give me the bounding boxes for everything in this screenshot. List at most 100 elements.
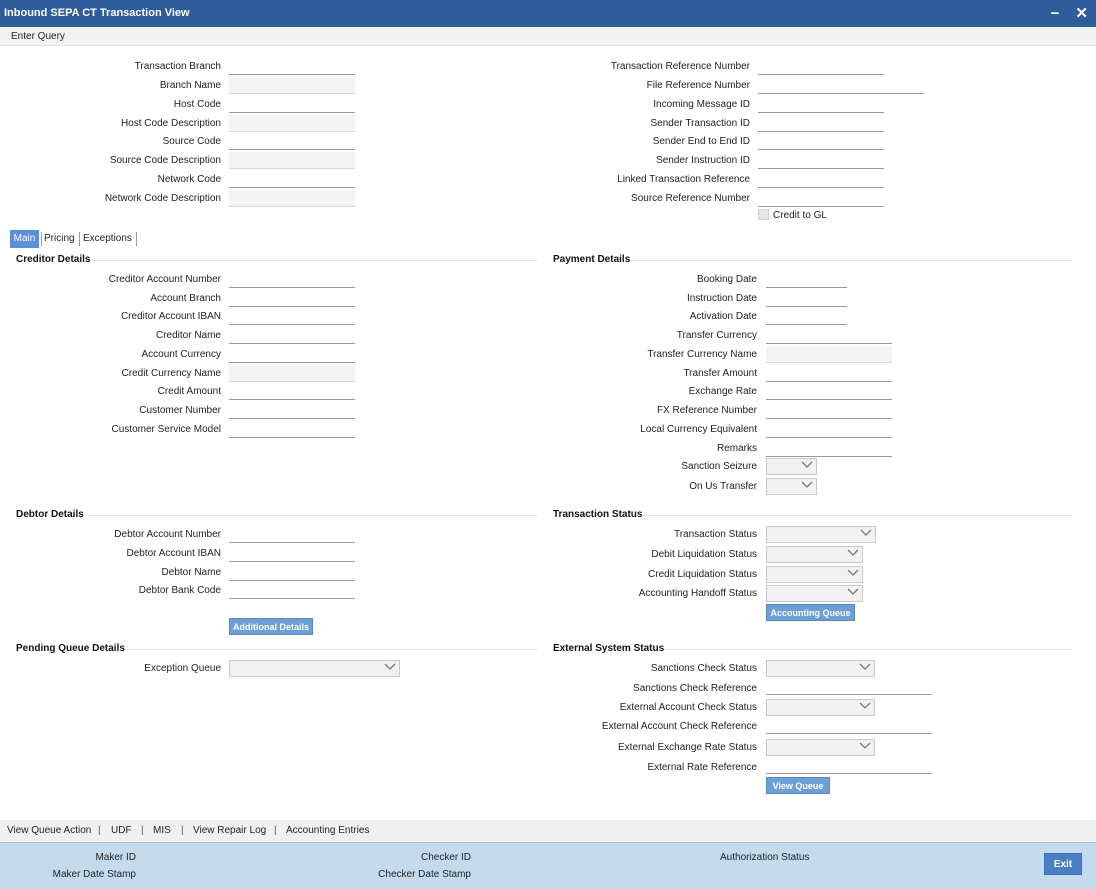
tab-divider — [136, 232, 137, 246]
exchange-rate-label: Exchange Rate — [688, 386, 757, 397]
enter-query-menu[interactable]: Enter Query — [11, 31, 65, 42]
creditor-name-label: Creditor Name — [155, 330, 221, 341]
authorization-status-label: Authorization Status — [720, 852, 810, 863]
host-code-description-input — [229, 115, 355, 132]
source-code-input[interactable] — [229, 133, 355, 150]
network-code-input[interactable] — [229, 171, 355, 188]
payment-details-heading: Payment Details — [553, 254, 631, 265]
transaction-branch-input[interactable] — [229, 58, 355, 75]
section-divider — [643, 515, 1072, 516]
audit-footer: Maker ID Maker Date Stamp Checker ID Che… — [0, 842, 1096, 889]
section-divider — [630, 260, 1072, 261]
sender-instruction-id-label: Sender Instruction ID — [656, 155, 750, 166]
link-separator: | — [98, 825, 101, 836]
sender-end-to-end-id-label: Sender End to End ID — [652, 136, 750, 147]
sender-end-to-end-id-input[interactable] — [758, 133, 884, 150]
transfer-amount-label: Transfer Amount — [683, 368, 757, 379]
account-branch-input[interactable] — [229, 290, 355, 307]
sanction-seizure-select[interactable] — [766, 458, 817, 475]
credit-amount-label: Credit Amount — [157, 386, 221, 397]
transfer-amount-input[interactable] — [766, 365, 892, 382]
mis-link[interactable]: MIS — [153, 825, 171, 836]
exchange-rate-input[interactable] — [766, 383, 892, 400]
link-separator: | — [141, 825, 144, 836]
menu-bar: Enter Query — [0, 28, 1096, 46]
creditor-account-iban-input[interactable] — [229, 308, 355, 325]
debit-liquidation-status-label: Debit Liquidation Status — [651, 549, 757, 560]
instruction-date-input[interactable] — [766, 290, 847, 307]
debtor-name-input[interactable] — [229, 564, 355, 581]
title-bar: Inbound SEPA CT Transaction View − ✕ — [0, 0, 1096, 27]
tab-pricing[interactable]: Pricing — [41, 230, 78, 248]
transaction-reference-number-input[interactable] — [758, 58, 884, 75]
sanctions-check-status-label: Sanctions Check Status — [650, 663, 757, 674]
maker-id-label: Maker ID — [95, 852, 136, 863]
booking-date-input[interactable] — [766, 271, 847, 288]
credit-to-gl-label: Credit to GL — [773, 210, 827, 221]
accounting-handoff-status-select[interactable] — [766, 585, 863, 602]
sender-transaction-id-input[interactable] — [758, 115, 884, 132]
file-reference-number-input[interactable] — [758, 77, 924, 94]
view-repair-log-link[interactable]: View Repair Log — [193, 825, 266, 836]
accounting-queue-button[interactable]: Accounting Queue — [766, 604, 855, 621]
debtor-account-iban-input[interactable] — [229, 545, 355, 562]
incoming-message-id-input[interactable] — [758, 96, 884, 113]
checker-date-stamp-label: Checker Date Stamp — [378, 869, 471, 880]
source-reference-number-input[interactable] — [758, 190, 884, 207]
chevron-down-icon — [860, 529, 872, 538]
remarks-input[interactable] — [766, 440, 892, 457]
tab-main[interactable]: Main — [10, 230, 39, 248]
linked-transaction-reference-input[interactable] — [758, 171, 884, 188]
transfer-currency-input[interactable] — [766, 327, 892, 344]
additional-details-button[interactable]: Additional Details — [229, 618, 313, 635]
local-currency-equivalent-label: Local Currency Equivalent — [640, 424, 757, 435]
debtor-account-number-input[interactable] — [229, 526, 355, 543]
transaction-status-select[interactable] — [766, 526, 876, 543]
customer-service-model-input[interactable] — [229, 421, 355, 438]
source-code-description-label: Source Code Description — [109, 155, 221, 166]
account-branch-label: Account Branch — [150, 293, 221, 304]
fx-reference-number-input[interactable] — [766, 402, 892, 419]
creditor-details-heading: Creditor Details — [16, 254, 91, 265]
creditor-account-number-input[interactable] — [229, 271, 355, 288]
fx-reference-number-label: FX Reference Number — [656, 405, 757, 416]
close-icon[interactable]: ✕ — [1075, 4, 1088, 22]
credit-liquidation-status-select[interactable] — [766, 566, 863, 583]
external-rate-reference-input[interactable] — [766, 757, 932, 774]
local-currency-equivalent-input[interactable] — [766, 421, 892, 438]
credit-to-gl-checkbox[interactable] — [758, 209, 769, 220]
view-queue-button[interactable]: View Queue — [766, 777, 830, 794]
creditor-name-input[interactable] — [229, 327, 355, 344]
exit-button[interactable]: Exit — [1044, 853, 1082, 875]
credit-currency-name-label: Credit Currency Name — [121, 368, 221, 379]
section-divider — [125, 649, 537, 650]
chevron-down-icon — [801, 461, 813, 470]
transfer-currency-name-label: Transfer Currency Name — [647, 349, 757, 360]
tab-exceptions[interactable]: Exceptions — [80, 230, 135, 248]
accounting-entries-link[interactable]: Accounting Entries — [286, 825, 369, 836]
sanctions-check-status-select[interactable] — [766, 660, 875, 677]
exception-queue-label: Exception Queue — [144, 663, 221, 674]
sender-instruction-id-input[interactable] — [758, 152, 884, 169]
external-exchange-rate-status-select[interactable] — [766, 739, 875, 756]
account-currency-input[interactable] — [229, 346, 355, 363]
linked-transaction-reference-label: Linked Transaction Reference — [617, 174, 750, 185]
exception-queue-select[interactable] — [229, 660, 400, 677]
external-account-check-status-select[interactable] — [766, 699, 875, 716]
view-queue-action-link[interactable]: View Queue Action — [7, 825, 91, 836]
udf-link[interactable]: UDF — [111, 825, 132, 836]
credit-amount-input[interactable] — [229, 383, 355, 400]
debtor-bank-code-input[interactable] — [229, 582, 355, 599]
debit-liquidation-status-select[interactable] — [766, 546, 863, 563]
sanctions-check-reference-input[interactable] — [766, 678, 932, 695]
window-title: Inbound SEPA CT Transaction View — [4, 7, 190, 19]
external-account-check-reference-input[interactable] — [766, 717, 932, 734]
creditor-account-iban-label: Creditor Account IBAN — [120, 311, 221, 322]
host-code-input[interactable] — [229, 96, 355, 113]
customer-number-input[interactable] — [229, 402, 355, 419]
on-us-transfer-select[interactable] — [766, 478, 817, 495]
transaction-status-label: Transaction Status — [673, 529, 757, 540]
minimize-icon[interactable]: − — [1050, 5, 1059, 22]
chevron-down-icon — [847, 549, 859, 558]
activation-date-input[interactable] — [766, 308, 847, 325]
